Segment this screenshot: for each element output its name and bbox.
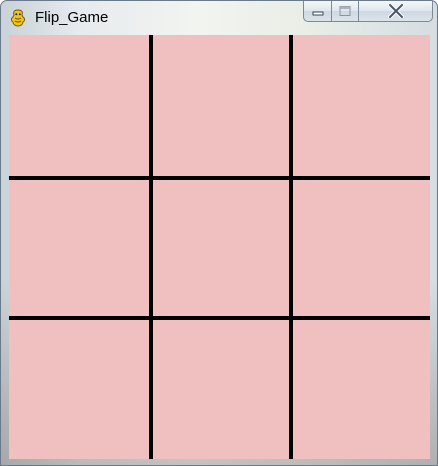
grid-line-vertical	[149, 35, 153, 459]
board-cell-r2-c1[interactable]	[9, 176, 149, 316]
minimize-button[interactable]	[303, 1, 331, 22]
board-grid	[9, 35, 430, 459]
window-controls	[303, 1, 433, 22]
board-cell-r1-c3[interactable]	[289, 35, 430, 176]
grid-line-horizontal	[9, 316, 430, 320]
grid-line-vertical	[289, 35, 293, 459]
window-title: Flip_Game	[35, 9, 109, 26]
grid-line-horizontal	[9, 176, 430, 180]
close-icon	[387, 4, 405, 18]
board-cell-r2-c2[interactable]	[149, 176, 289, 316]
game-canvas[interactable]	[9, 35, 430, 459]
close-button[interactable]	[358, 1, 433, 22]
board-cell-r3-c2[interactable]	[149, 316, 289, 459]
board-cell-r2-c3[interactable]	[289, 176, 430, 316]
minimize-icon	[311, 6, 325, 16]
board-cell-r1-c2[interactable]	[149, 35, 289, 176]
board-cell-r3-c3[interactable]	[289, 316, 430, 459]
python-snake-icon[interactable]	[10, 9, 27, 27]
board-cell-r1-c1[interactable]	[9, 35, 149, 176]
app-window: Flip_Game	[0, 0, 438, 466]
maximize-button[interactable]	[331, 1, 358, 22]
board-cell-r3-c1[interactable]	[9, 316, 149, 459]
title-bar[interactable]: Flip_Game	[1, 1, 437, 35]
maximize-icon	[338, 5, 352, 17]
